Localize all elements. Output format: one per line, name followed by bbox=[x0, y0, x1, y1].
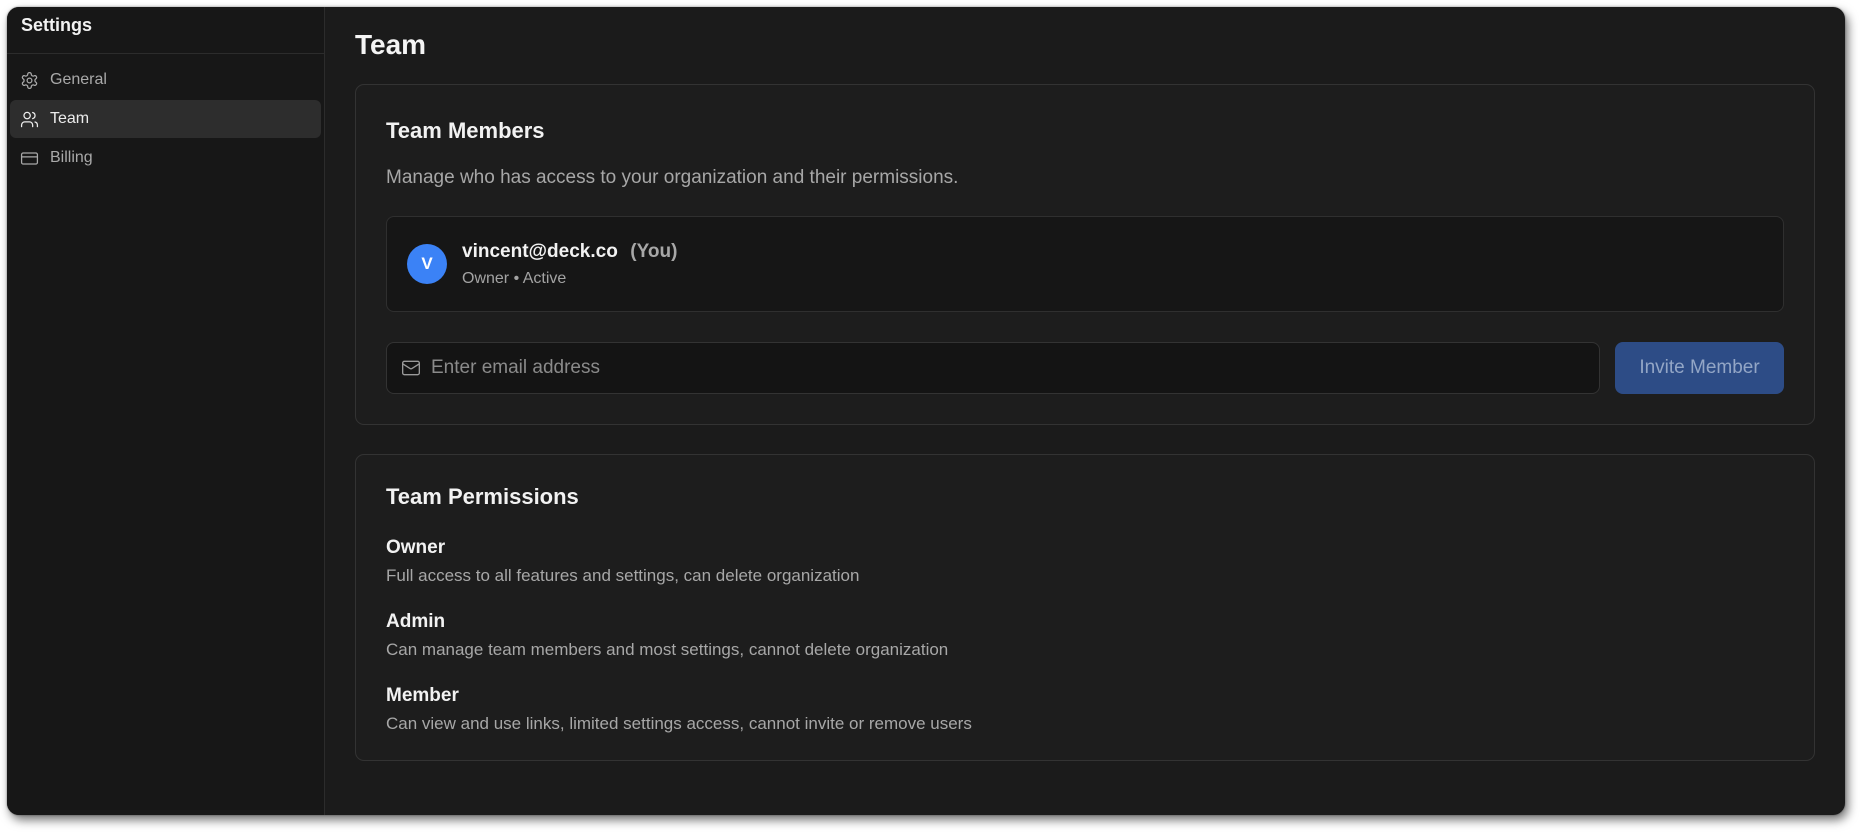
team-permissions-card: Team Permissions Owner Full access to al… bbox=[355, 454, 1815, 761]
sidebar-header: Settings bbox=[7, 7, 324, 54]
sidebar: Settings General Team Billing bbox=[7, 7, 325, 815]
permission-role-name: Admin bbox=[386, 611, 446, 632]
permission-item-member: Member Can view and use links, limited s… bbox=[386, 685, 1784, 734]
gear-icon bbox=[20, 71, 39, 90]
sidebar-item-billing[interactable]: Billing bbox=[10, 139, 321, 177]
sidebar-item-label: Billing bbox=[50, 149, 93, 166]
email-input[interactable] bbox=[431, 357, 1585, 379]
member-you-label: (You) bbox=[630, 240, 678, 262]
member-role-status: Owner • Active bbox=[462, 269, 567, 287]
main-content: Team Team Members Manage who has access … bbox=[325, 7, 1845, 815]
credit-card-icon bbox=[20, 149, 39, 168]
settings-window: Settings General Team Billing Team Team … bbox=[7, 7, 1845, 815]
mail-icon bbox=[402, 360, 420, 376]
invite-member-button[interactable]: Invite Member bbox=[1615, 342, 1784, 394]
permission-item-owner: Owner Full access to all features and se… bbox=[386, 537, 1784, 586]
sidebar-item-label: General bbox=[50, 71, 107, 88]
sidebar-nav: General Team Billing bbox=[7, 54, 324, 185]
permission-item-admin: Admin Can manage team members and most s… bbox=[386, 611, 1784, 660]
card-title: Team Members bbox=[386, 118, 545, 143]
card-title: Team Permissions bbox=[386, 484, 579, 509]
permission-role-name: Owner bbox=[386, 537, 446, 558]
permission-role-description: Full access to all features and settings… bbox=[386, 566, 860, 585]
member-info: vincent@deck.co (You) Owner • Active bbox=[462, 241, 677, 288]
invite-row: Invite Member bbox=[386, 342, 1784, 394]
users-icon bbox=[20, 110, 39, 129]
team-members-card: Team Members Manage who has access to yo… bbox=[355, 84, 1815, 425]
sidebar-item-team[interactable]: Team bbox=[10, 100, 321, 138]
permission-role-description: Can view and use links, limited settings… bbox=[386, 714, 972, 733]
sidebar-title: Settings bbox=[21, 15, 93, 35]
card-description: Manage who has access to your organizati… bbox=[386, 167, 959, 188]
member-email: vincent@deck.co bbox=[462, 240, 618, 262]
avatar: V bbox=[407, 244, 447, 284]
permission-role-name: Member bbox=[386, 685, 459, 706]
sidebar-item-general[interactable]: General bbox=[10, 61, 321, 99]
page-title: Team bbox=[355, 29, 427, 60]
sidebar-item-label: Team bbox=[50, 110, 90, 127]
permission-role-description: Can manage team members and most setting… bbox=[386, 640, 949, 659]
email-field[interactable] bbox=[386, 342, 1600, 394]
member-row: V vincent@deck.co (You) Owner • Active bbox=[386, 216, 1784, 312]
